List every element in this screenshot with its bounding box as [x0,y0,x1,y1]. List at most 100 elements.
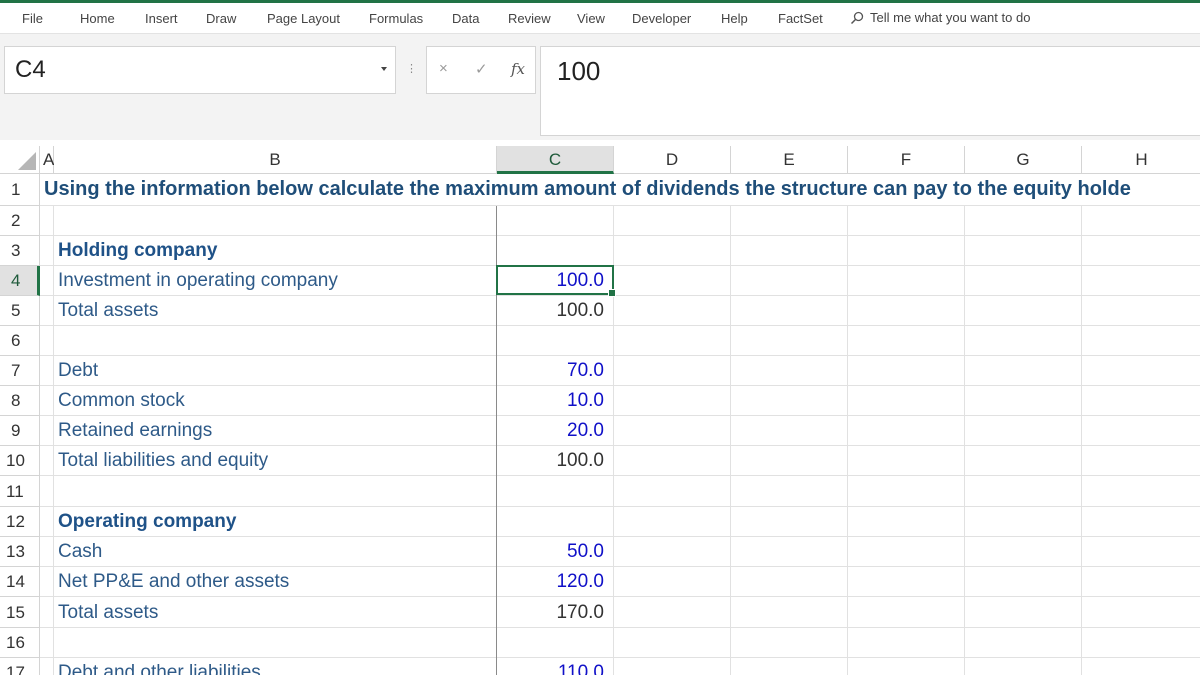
cell-c10[interactable]: 100.0 [494,450,604,472]
column-header-b[interactable]: B [54,146,497,174]
cell-b8[interactable]: Common stock [58,390,185,412]
cell-c9[interactable]: 20.0 [494,420,604,442]
enter-icon[interactable]: ✓ [475,60,488,78]
worksheet-grid[interactable]: A B C D E F G H 1 2 3 4 5 6 7 8 9 10 11 … [0,146,1200,675]
column-header-f[interactable]: F [848,146,965,174]
gridline [53,206,54,675]
cell-b15[interactable]: Total assets [58,602,158,624]
cell-b3[interactable]: Holding company [58,240,217,262]
row-header-11[interactable]: 11 [0,476,40,507]
ribbon-tabs: File Home Insert Draw Page Layout Formul… [0,3,1200,34]
gridline [40,657,1200,658]
cell-b14[interactable]: Net PP&E and other assets [58,571,289,593]
row-header-15[interactable]: 15 [0,597,40,628]
gridline [40,445,1200,446]
gridline [40,506,1200,507]
column-header-g[interactable]: G [965,146,1082,174]
gridline [40,536,1200,537]
gridline [40,475,1200,476]
row-header-7[interactable]: 7 [0,356,40,386]
tab-insert[interactable]: Insert [145,11,178,26]
column-header-e[interactable]: E [731,146,848,174]
formula-buttons: × ✓ fx [426,46,536,94]
tab-data[interactable]: Data [452,11,479,26]
cell-c5[interactable]: 100.0 [494,300,604,322]
row-header-6[interactable]: 6 [0,326,40,356]
gridline [40,596,1200,597]
tab-page-layout[interactable]: Page Layout [267,11,340,26]
gridline [40,385,1200,386]
gridline [40,295,1200,296]
splitter-handle[interactable]: ⋮ [406,62,417,75]
gridline [40,235,1200,236]
row-header-5[interactable]: 5 [0,296,40,326]
name-box-value: C4 [15,56,46,83]
tab-review[interactable]: Review [508,11,551,26]
row-header-10[interactable]: 10 [0,446,40,476]
row-header-13[interactable]: 13 [0,537,40,567]
gridline [40,627,1200,628]
cell-b7[interactable]: Debt [58,360,98,382]
cell-b9[interactable]: Retained earnings [58,420,212,442]
search-icon [850,11,864,24]
row-header-4[interactable]: 4 [0,266,40,296]
cell-b10[interactable]: Total liabilities and equity [58,450,268,472]
cell-b12[interactable]: Operating company [58,511,236,533]
cancel-icon[interactable]: × [439,60,448,77]
tell-me-search[interactable]: Tell me what you want to do [850,10,1030,25]
fill-handle[interactable] [608,289,616,297]
cell-c8[interactable]: 10.0 [494,390,604,412]
column-header-d[interactable]: D [614,146,731,174]
gridline [40,355,1200,356]
name-box[interactable]: C4 [4,46,396,94]
cell-c13[interactable]: 50.0 [494,541,604,563]
tab-view[interactable]: View [577,11,605,26]
cell-b5[interactable]: Total assets [58,300,158,322]
tab-formulas[interactable]: Formulas [369,11,423,26]
cell-a1-title[interactable]: Using the information below calculate th… [44,178,1131,201]
formula-input[interactable]: 100 [540,46,1200,136]
row-header-12[interactable]: 12 [0,507,40,537]
chevron-down-icon[interactable] [381,67,387,71]
row-header-2[interactable]: 2 [0,206,40,236]
tell-me-label: Tell me what you want to do [870,10,1031,25]
gridline [1081,206,1082,675]
cell-b17[interactable]: Debt and other liabilities [58,662,261,675]
gridline [847,206,848,675]
cell-c14[interactable]: 120.0 [494,571,604,593]
gridline [40,205,1200,206]
row-header-16[interactable]: 16 [0,628,40,658]
select-all-icon [18,152,36,170]
row-header-3[interactable]: 3 [0,236,40,266]
column-header-a[interactable]: A [40,146,54,174]
gridline [40,325,1200,326]
formula-bar-area: C4 ⋮ × ✓ fx 100 [0,34,1200,140]
tab-factset[interactable]: FactSet [778,11,823,26]
cell-c17[interactable]: 110.0 [494,662,604,675]
tab-draw[interactable]: Draw [206,11,236,26]
column-header-c[interactable]: C [497,146,614,174]
tab-help[interactable]: Help [721,11,748,26]
gridline [964,206,965,675]
insert-function-icon[interactable]: fx [511,60,525,78]
gridline [730,206,731,675]
row-header-1[interactable]: 1 [0,174,40,206]
row-header-8[interactable]: 8 [0,386,40,416]
gridline [40,415,1200,416]
formula-value: 100 [557,56,601,86]
cell-b4[interactable]: Investment in operating company [58,270,338,292]
cell-c7[interactable]: 70.0 [494,360,604,382]
gridline [40,265,1200,266]
cell-b13[interactable]: Cash [58,541,102,563]
select-all-button[interactable] [0,146,40,174]
tab-home[interactable]: Home [80,11,115,26]
row-header-9[interactable]: 9 [0,416,40,446]
row-header-17[interactable]: 17 [0,658,40,675]
gridline [40,566,1200,567]
tab-developer[interactable]: Developer [632,11,691,26]
tab-file[interactable]: File [22,11,43,26]
row-header-14[interactable]: 14 [0,567,40,597]
cell-c4[interactable]: 100.0 [494,270,604,292]
column-header-h[interactable]: H [1082,146,1200,174]
cell-c15[interactable]: 170.0 [494,602,604,624]
